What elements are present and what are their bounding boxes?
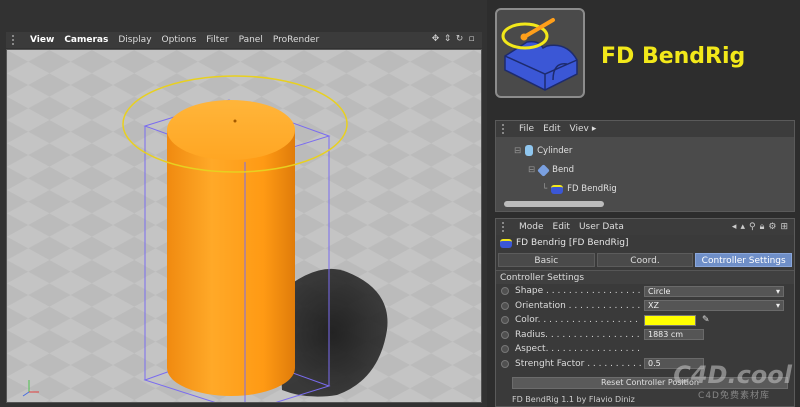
tree-collapse-icon[interactable]: ⊟ (528, 165, 535, 175)
cylinder-body (167, 130, 295, 396)
watermark-subtitle: C4D免费素材库 (698, 391, 770, 401)
attribute-tabs: Basic Coord. Controller Settings (496, 253, 794, 267)
radius-field[interactable]: 1883 cm (644, 329, 704, 341)
object-manager-menubar: File Edit Viev ▸ (496, 121, 794, 137)
param-radius: Radius. . . . . . . . . . . . . . . . . … (496, 328, 794, 343)
menu-view[interactable]: View (30, 35, 54, 45)
watermark-logo: C4D.cool (673, 361, 792, 389)
param-shape: Shape . . . . . . . . . . . . . . . . . … (496, 284, 794, 299)
animate-toggle[interactable] (501, 316, 509, 325)
param-label: Color. . . . . . . . . . . . . . . . . . (515, 315, 638, 326)
param-orientation: Orientation . . . . . . . . . . . . . XZ… (496, 299, 794, 314)
viewport-canvas[interactable] (6, 49, 482, 403)
animate-toggle[interactable] (501, 301, 509, 310)
tree-collapse-icon[interactable]: ⊟ (514, 146, 521, 156)
animate-toggle[interactable] (501, 330, 509, 339)
bendrig-logo-icon (501, 18, 578, 91)
move-icon[interactable]: ✥ (431, 34, 440, 44)
tree-line-icon: └ (542, 184, 548, 194)
rotate-icon[interactable]: ↻ (455, 34, 464, 44)
dropdown-arrow-icon: ▾ (775, 286, 780, 296)
menu-more-arrow-icon[interactable]: ▸ (592, 124, 597, 134)
panel-grip[interactable] (12, 35, 20, 45)
menu-edit[interactable]: Edit (553, 222, 570, 232)
animate-toggle[interactable] (501, 359, 509, 368)
tab-basic[interactable]: Basic (498, 253, 595, 267)
bend-deformer-icon (537, 163, 550, 177)
settings-icon[interactable]: ⚙ (768, 222, 776, 232)
object-title: FD Bendrig [FD BendRig] (516, 238, 629, 248)
menu-edit[interactable]: Edit (543, 124, 560, 134)
panel-grip[interactable] (502, 222, 510, 232)
plugin-logo (495, 8, 585, 98)
object-name: FD BendRig (567, 184, 617, 194)
plugin-credit: FD BendRig 1.1 by Flavio Diniz (512, 395, 635, 404)
menu-view[interactable]: Viev (570, 124, 589, 134)
menu-mode[interactable]: Mode (519, 222, 544, 232)
menu-user-data[interactable]: User Data (579, 222, 624, 232)
param-aspect: Aspect. . . . . . . . . . . . . . . . . (496, 342, 794, 357)
attribute-tools: ◂ ▴ ⚲ 🔒︎ ⚙ ⊞ (732, 222, 794, 232)
object-row-fd-bendrig[interactable]: └ FD BendRig (542, 184, 617, 194)
shape-dropdown[interactable]: Circle ▾ (644, 285, 784, 297)
object-row-bend[interactable]: ⊟ Bend (528, 163, 574, 177)
animate-toggle[interactable] (501, 345, 509, 354)
param-label: Orientation . . . . . . . . . . . . . (515, 300, 641, 311)
search-icon[interactable]: ⚲ (749, 222, 756, 232)
scene-render (7, 50, 481, 402)
lock-icon[interactable]: 🔒︎ (760, 222, 765, 232)
bendrig-icon (500, 238, 512, 248)
param-color: Color. . . . . . . . . . . . . . . . . .… (496, 313, 794, 328)
menu-display[interactable]: Display (118, 35, 151, 45)
new-panel-icon[interactable]: ⊞ (780, 222, 788, 232)
eyedropper-icon[interactable]: ✎ (702, 315, 710, 325)
object-manager: File Edit Viev ▸ ⊟ Cylinder ⊟ Bend └ FD … (495, 120, 795, 212)
animate-toggle[interactable] (501, 287, 509, 296)
tab-coord[interactable]: Coord. (596, 253, 694, 267)
menu-filter[interactable]: Filter (206, 35, 228, 45)
viewport-nav-icons: ✥ ⇕ ↻ ▫ (431, 34, 476, 44)
object-name: Bend (552, 165, 574, 175)
menu-options[interactable]: Options (162, 35, 197, 45)
right-panel: FD BendRig File Edit Viev ▸ ⊟ Cylinder ⊟… (487, 0, 800, 407)
back-arrow-icon[interactable]: ◂ (732, 222, 737, 232)
dropdown-arrow-icon: ▾ (775, 301, 780, 311)
plugin-title: FD BendRig (601, 44, 746, 69)
tab-controller-settings[interactable]: Controller Settings (695, 253, 793, 267)
cylinder-cap (167, 100, 295, 160)
viewport-menubar: View Cameras Display Options Filter Pane… (6, 32, 482, 48)
section-header: Controller Settings (496, 270, 794, 284)
menu-prorender[interactable]: ProRender (273, 35, 319, 45)
up-arrow-icon[interactable]: ▴ (740, 222, 745, 232)
cylinder-icon (525, 145, 534, 156)
param-label: Shape . . . . . . . . . . . . . . . . . … (515, 286, 645, 297)
bendrig-icon (551, 184, 564, 194)
zoom-icon[interactable]: ⇕ (443, 34, 452, 44)
pivot-dot (233, 119, 237, 123)
param-label: Strenght Factor . . . . . . . . . . (515, 358, 642, 369)
orientation-dropdown[interactable]: XZ ▾ (644, 300, 784, 312)
color-swatch[interactable] (644, 314, 696, 326)
object-title-row: FD Bendrig [FD BendRig] (496, 235, 794, 251)
attribute-manager-menubar: Mode Edit User Data ◂ ▴ ⚲ 🔒︎ ⚙ ⊞ (496, 219, 794, 235)
param-label: Aspect. . . . . . . . . . . . . . . . . (515, 344, 640, 355)
viewport-panel: View Cameras Display Options Filter Pane… (0, 0, 487, 407)
horizontal-scrollbar[interactable] (504, 201, 604, 207)
menu-file[interactable]: File (519, 124, 534, 134)
menu-panel[interactable]: Panel (239, 35, 263, 45)
menu-cameras[interactable]: Cameras (64, 35, 108, 45)
object-name: Cylinder (537, 145, 573, 156)
maximize-icon[interactable]: ▫ (467, 34, 476, 44)
param-label: Radius. . . . . . . . . . . . . . . . . (515, 329, 640, 340)
object-row-cylinder[interactable]: ⊟ Cylinder (514, 145, 572, 156)
panel-grip[interactable] (502, 124, 510, 134)
